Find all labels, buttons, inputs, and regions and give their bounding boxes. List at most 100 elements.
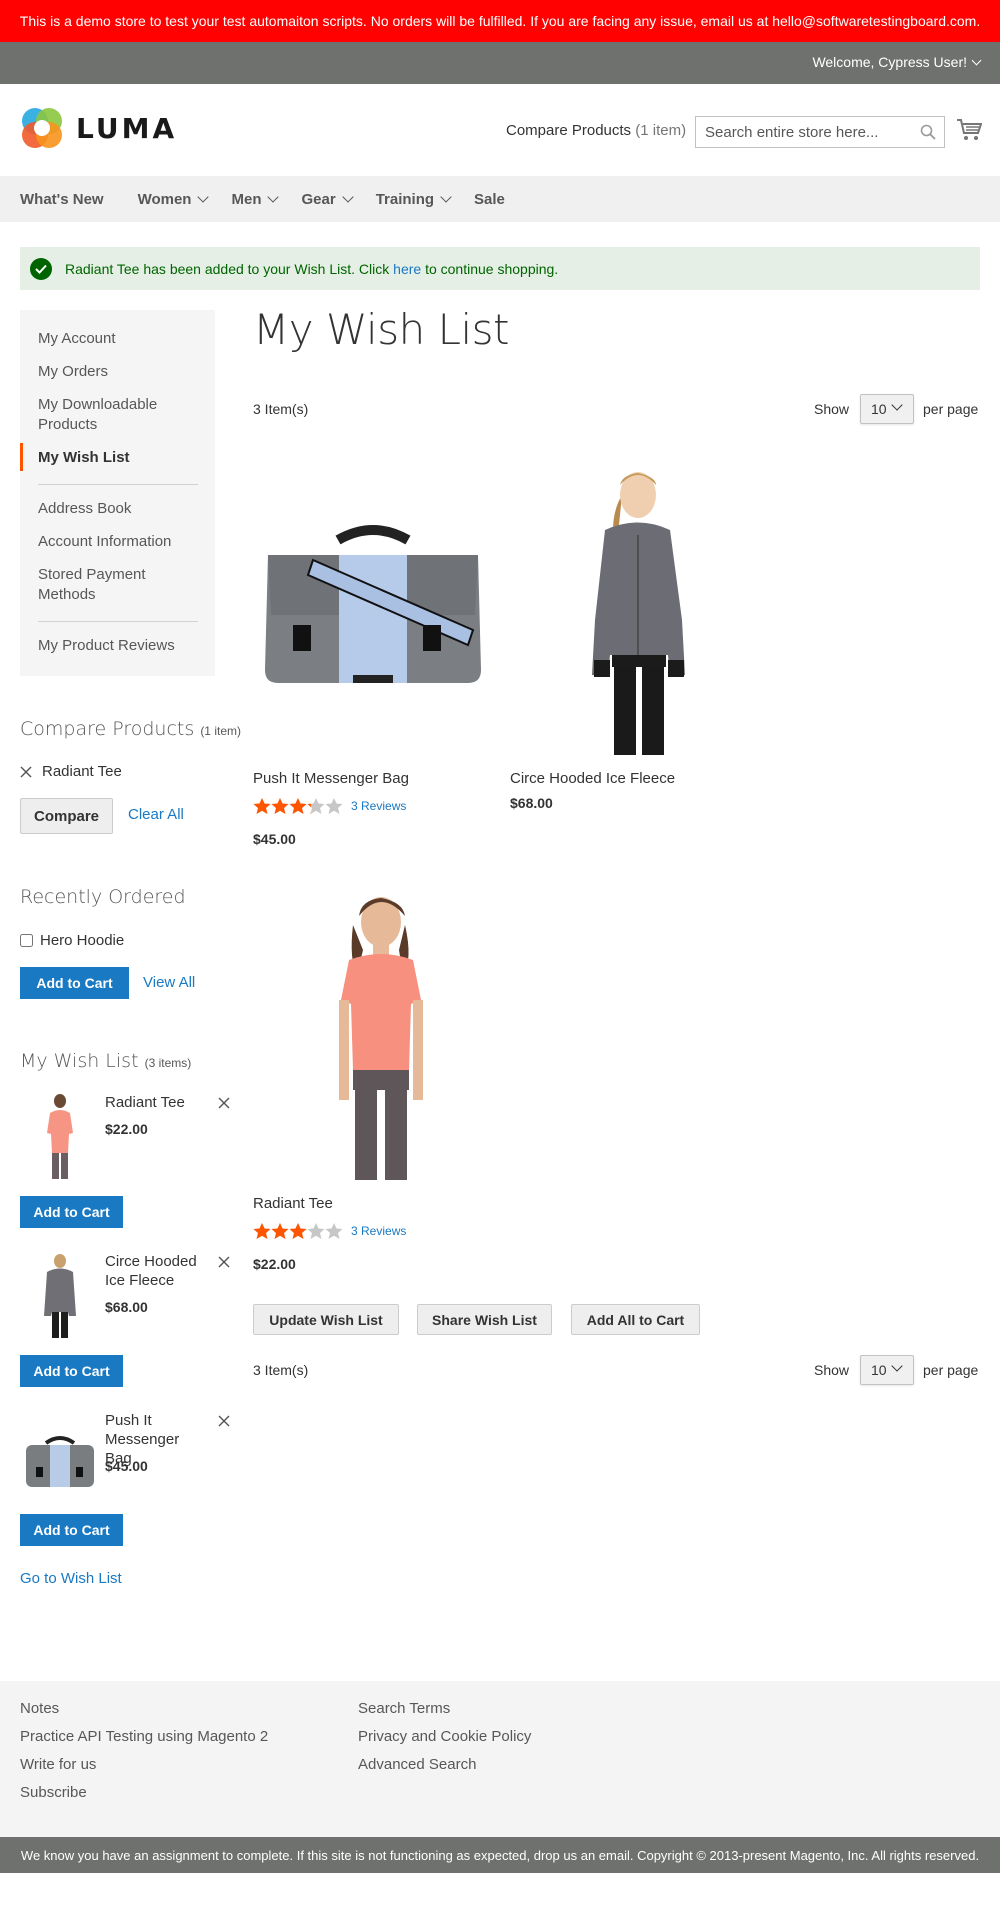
account-nav-address-book[interactable]: Address Book (38, 499, 131, 519)
footer-link-write-for-us[interactable]: Write for us (20, 1756, 96, 1773)
product-name[interactable]: Circe Hooded Ice Fleece (510, 770, 675, 787)
compare-products-count: (1 item) (635, 122, 687, 139)
remove-wishlist-item-icon[interactable] (218, 1256, 230, 1268)
update-wishlist-button[interactable]: Update Wish List (253, 1304, 399, 1335)
customer-welcome-menu[interactable]: Welcome, Cypress User! (812, 54, 982, 70)
copyright-text: We know you have an assignment to comple… (20, 1847, 980, 1863)
wishlist-side-item-name[interactable]: Circe Hooded Ice Fleece (105, 1252, 205, 1290)
limiter-value: 10 (871, 1362, 887, 1378)
remove-wishlist-item-icon[interactable] (218, 1415, 230, 1427)
compare-block-title: Compare Products (1 item) (20, 718, 241, 740)
recent-add-to-cart-button[interactable]: Add to Cart (20, 967, 129, 999)
luma-logo-icon (22, 108, 62, 148)
compare-button[interactable]: Compare (20, 798, 113, 834)
message-text-after: to continue shopping. (425, 260, 559, 277)
footer-link-search-terms[interactable]: Search Terms (358, 1700, 450, 1717)
compare-item-name[interactable]: Radiant Tee (42, 763, 122, 780)
remove-wishlist-item-icon[interactable] (218, 1097, 230, 1109)
continue-shopping-link[interactable]: here (393, 261, 421, 277)
product-name[interactable]: Radiant Tee (253, 1195, 333, 1212)
wishlist-side-add-to-cart-button[interactable]: Add to Cart (20, 1355, 123, 1387)
logo-text: LUMA (76, 111, 178, 145)
welcome-text: Welcome, Cypress User! (812, 54, 967, 70)
recent-item-checkbox[interactable] (20, 934, 33, 947)
footer-link-privacy-policy[interactable]: Privacy and Cookie Policy (358, 1728, 531, 1745)
account-nav-account-information[interactable]: Account Information (38, 532, 171, 552)
nav-label: Training (375, 190, 435, 208)
rating-stars (253, 798, 343, 814)
wishlist-side-add-to-cart-button[interactable]: Add to Cart (20, 1514, 123, 1546)
push-it-messenger-bag-image[interactable] (253, 455, 493, 755)
wishlist-side-item-price: $45.00 (105, 1458, 148, 1474)
account-nav-my-account[interactable]: My Account (38, 329, 116, 349)
wishlist-product-item: Circe Hooded Ice Fleece $68.00 (510, 455, 750, 815)
footer-link-api-testing[interactable]: Practice API Testing using Magento 2 (20, 1728, 268, 1745)
footer-link-subscribe[interactable]: Subscribe (20, 1784, 87, 1801)
account-nav-my-orders[interactable]: My Orders (38, 362, 108, 382)
view-all-link[interactable]: View All (143, 974, 195, 991)
chevron-down-icon (440, 190, 452, 203)
product-name[interactable]: Push It Messenger Bag (253, 770, 409, 787)
limiter-select[interactable]: 10 (860, 394, 914, 424)
nav-label: Women (137, 190, 192, 208)
share-wishlist-button[interactable]: Share Wish List (417, 1304, 552, 1335)
footer-link-advanced-search[interactable]: Advanced Search (358, 1756, 476, 1773)
nav-label: Sale (474, 190, 505, 208)
nav-item-whats-new[interactable]: What's New (20, 191, 104, 208)
cart-icon[interactable] (956, 118, 982, 142)
rating-stars (253, 1223, 343, 1239)
product-price: $45.00 (253, 831, 296, 847)
footer-link-notes[interactable]: Notes (20, 1700, 59, 1717)
active-indicator (20, 443, 23, 471)
search-icon[interactable] (920, 124, 936, 140)
remove-compare-item-icon[interactable] (20, 766, 32, 778)
wishlist-side-count: (3 items) (144, 1056, 192, 1070)
page-title: My Wish List (253, 305, 510, 354)
account-nav-my-product-reviews[interactable]: My Product Reviews (38, 636, 175, 656)
show-label: Show (814, 401, 850, 417)
wishlist-side-add-to-cart-button[interactable]: Add to Cart (20, 1196, 123, 1228)
radiant-tee-thumbnail[interactable] (20, 1093, 100, 1183)
account-nav-stored-payment-methods[interactable]: Stored Payment Methods (38, 565, 188, 605)
account-nav-divider (38, 621, 198, 622)
success-message: Radiant Tee has been added to your Wish … (20, 247, 980, 290)
circe-hooded-fleece-thumbnail[interactable] (20, 1252, 100, 1342)
nav-item-training[interactable]: Training (375, 190, 452, 208)
chevron-down-icon (971, 55, 982, 65)
wishlist-side-item: Push It Messenger Bag $45.00 Add to Cart (20, 1411, 230, 1561)
nav-item-women[interactable]: Women (137, 190, 210, 208)
wishlist-side-item: Radiant Tee $22.00 Add to Cart (20, 1093, 230, 1243)
push-it-messenger-bag-thumbnail[interactable] (20, 1411, 100, 1501)
search-input[interactable] (696, 117, 916, 147)
reviews-link[interactable]: 3 Reviews (351, 1224, 406, 1238)
clear-all-link[interactable]: Clear All (128, 806, 184, 823)
account-nav-divider (38, 484, 198, 485)
product-price: $68.00 (510, 795, 553, 811)
message-text-before: Radiant Tee has been added to your Wish … (65, 260, 390, 277)
nav-item-men[interactable]: Men (231, 190, 280, 208)
wishlist-side-item-name[interactable]: Radiant Tee (105, 1093, 205, 1112)
search-box (695, 116, 945, 148)
nav-item-gear[interactable]: Gear (301, 190, 354, 208)
logo[interactable]: LUMA (20, 106, 177, 150)
account-nav-my-wish-list: My Wish List (38, 449, 130, 466)
account-nav-my-downloadable-products[interactable]: My Downloadable Products (38, 395, 188, 435)
demo-notice-text: This is a demo store to test your test a… (19, 13, 981, 29)
limiter-select-bottom[interactable]: 10 (860, 1355, 914, 1385)
wishlist-side-title: My Wish List (3 items) (20, 1050, 191, 1072)
radiant-tee-image[interactable] (253, 880, 493, 1180)
chevron-down-icon (267, 190, 280, 203)
compare-block-count: (1 item) (200, 724, 241, 738)
compare-products-link[interactable]: Compare Products (1 item) (506, 122, 686, 139)
circe-hooded-ice-fleece-image[interactable] (510, 455, 750, 755)
chevron-down-icon (197, 190, 210, 203)
limiter-value: 10 (871, 401, 887, 417)
site-header: LUMA Compare Products (1 item) (0, 84, 1000, 176)
demo-notice-bar: This is a demo store to test your test a… (0, 0, 1000, 42)
chevron-down-icon (342, 190, 354, 203)
wishlist-product-item: Radiant Tee 3 Reviews $22.00 (253, 880, 493, 1272)
nav-item-sale[interactable]: Sale (474, 191, 505, 208)
add-all-to-cart-button[interactable]: Add All to Cart (571, 1304, 700, 1335)
go-to-wishlist-link[interactable]: Go to Wish List (20, 1570, 122, 1587)
reviews-link[interactable]: 3 Reviews (351, 799, 406, 813)
